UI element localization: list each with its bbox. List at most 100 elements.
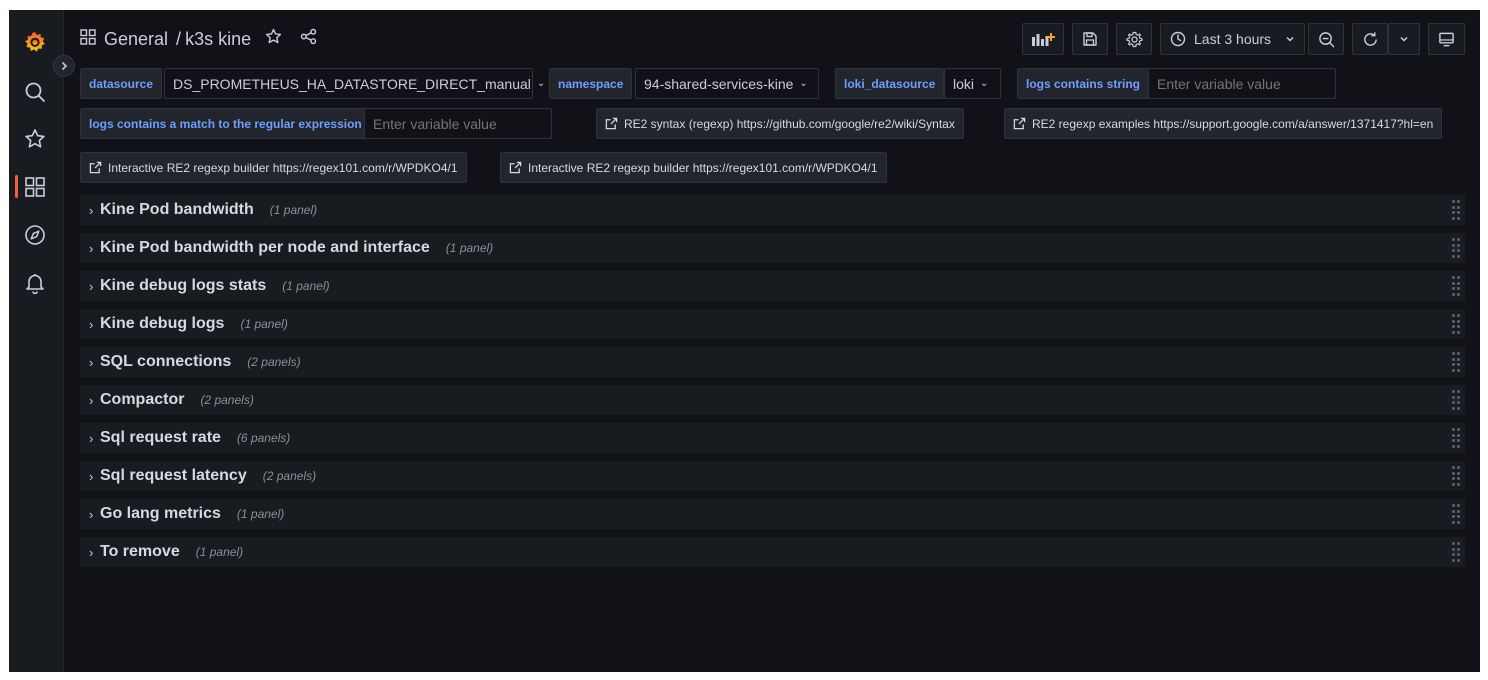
- add-panel-icon: [1032, 33, 1055, 46]
- dashboards-grid-icon[interactable]: [23, 175, 47, 199]
- grafana-window: General / k3s kine Last 3 hours datasour…: [9, 10, 1480, 672]
- breadcrumb: General / k3s kine: [80, 24, 317, 54]
- row-panel-count: (6 panels): [236, 431, 291, 445]
- drag-handle-icon[interactable]: [1452, 428, 1460, 448]
- page-title[interactable]: k3s kine: [185, 29, 251, 50]
- row-title[interactable]: To remove: [100, 543, 180, 561]
- add-panel-button[interactable]: [1022, 23, 1064, 55]
- drag-handle-icon[interactable]: [1452, 390, 1460, 410]
- chevron-right-icon: [61, 61, 68, 71]
- drag-handle-icon[interactable]: [1452, 276, 1460, 296]
- dashboard-settings-button[interactable]: [1116, 23, 1152, 55]
- chevron-right-icon: ›: [89, 468, 94, 484]
- breadcrumb-separator: /: [176, 28, 182, 49]
- dashboard-row[interactable]: › Kine Pod bandwidth per node and interfa…: [80, 233, 1465, 263]
- logs-contains-input[interactable]: [1148, 68, 1336, 99]
- dashboard-link-re2-syntax[interactable]: RE2 syntax (regexp) https://github.com/g…: [596, 108, 964, 139]
- sidebar: [9, 10, 64, 672]
- external-link-icon: [89, 161, 102, 174]
- dashboard-row[interactable]: › To remove (1 panel): [80, 537, 1465, 567]
- row-panel-count: (1 panel): [282, 279, 330, 293]
- dashboard-link-re2-examples[interactable]: RE2 regexp examples https://support.goog…: [1004, 108, 1443, 139]
- dashboard-row[interactable]: › Compactor (2 panels): [80, 385, 1465, 415]
- variable-value-loki-datasource: loki: [953, 75, 975, 92]
- chevron-down-icon: [1400, 36, 1408, 42]
- zoom-out-button[interactable]: [1308, 23, 1344, 55]
- row-title[interactable]: Compactor: [100, 391, 184, 409]
- row-panel-count: (1 panel): [195, 545, 244, 559]
- save-dashboard-button[interactable]: [1072, 23, 1108, 55]
- variable-label-loki-datasource: loki_datasource: [835, 68, 945, 99]
- refresh-interval-dropdown[interactable]: [1388, 23, 1420, 55]
- dashboard-row[interactable]: › Go lang metrics (1 panel): [80, 499, 1465, 529]
- row-title[interactable]: Sql request rate: [100, 429, 221, 447]
- chevron-right-icon: ›: [89, 544, 94, 560]
- logs-regex-input[interactable]: [364, 108, 552, 139]
- row-panel-count: (1 panel): [269, 203, 318, 217]
- drag-handle-icon[interactable]: [1452, 504, 1460, 524]
- clock-icon: [1170, 31, 1186, 47]
- variable-label-datasource: datasource: [80, 68, 163, 99]
- chevron-down-icon: [1286, 36, 1294, 42]
- row-panel-count: (2 panels): [262, 469, 317, 483]
- variable-value-namespace: 94-shared-services-kine: [644, 75, 794, 92]
- refresh-button[interactable]: [1352, 23, 1388, 55]
- row-panel-count: (2 panels): [200, 393, 254, 407]
- variable-value-datasource: DS_PROMETHEUS_HA_DATASTORE_DIRECT_manual: [173, 75, 531, 92]
- tv-mode-button[interactable]: [1428, 23, 1465, 55]
- compass-icon[interactable]: [23, 223, 47, 247]
- row-panel-count: (1 panel): [240, 317, 288, 331]
- drag-handle-icon[interactable]: [1452, 314, 1460, 334]
- dashboard-link-regex-builder-2[interactable]: Interactive RE2 regexp builder https://r…: [500, 152, 887, 183]
- chevron-down-icon: ⌄: [799, 78, 808, 89]
- drag-handle-icon[interactable]: [1452, 200, 1460, 220]
- chevron-right-icon: ›: [89, 316, 94, 332]
- dashboard-row[interactable]: › SQL connections (2 panels): [80, 347, 1465, 377]
- dashboard-link-label: Interactive RE2 regexp builder https://r…: [528, 160, 878, 175]
- chevron-right-icon: ›: [89, 430, 94, 446]
- chevron-right-icon: ›: [89, 278, 94, 294]
- time-range-picker[interactable]: Last 3 hours: [1160, 23, 1305, 55]
- chevron-right-icon: ›: [89, 202, 94, 218]
- row-title[interactable]: Kine Pod bandwidth: [100, 201, 254, 219]
- star-icon[interactable]: [265, 28, 282, 50]
- row-title[interactable]: SQL connections: [100, 353, 231, 371]
- variable-select-namespace[interactable]: 94-shared-services-kine ⌄: [635, 68, 819, 99]
- chevron-down-icon: ⌄: [980, 78, 989, 89]
- refresh-icon: [1363, 31, 1377, 46]
- variable-label-logs-regex: logs contains a match to the regular exp…: [80, 108, 371, 139]
- drag-handle-icon[interactable]: [1452, 542, 1460, 562]
- dashboard-row[interactable]: › Kine Pod bandwidth (1 panel): [80, 195, 1465, 225]
- dashboard-link-label: RE2 regexp examples https://support.goog…: [1032, 116, 1434, 131]
- sidebar-expand-button[interactable]: [53, 55, 75, 77]
- active-nav-indicator: [15, 175, 18, 198]
- dashboard-row[interactable]: › Sql request latency (2 panels): [80, 461, 1465, 491]
- drag-handle-icon[interactable]: [1452, 238, 1460, 258]
- dashboard-row[interactable]: › Sql request rate (6 panels): [80, 423, 1465, 453]
- row-title[interactable]: Sql request latency: [100, 467, 247, 485]
- row-title[interactable]: Kine debug logs stats: [100, 277, 266, 295]
- dashboard-link-label: Interactive RE2 regexp builder https://r…: [108, 160, 458, 175]
- dashboard-row[interactable]: › Kine debug logs stats (1 panel): [80, 271, 1465, 301]
- search-icon[interactable]: [23, 80, 47, 104]
- time-range-label: Last 3 hours: [1194, 31, 1272, 47]
- row-title[interactable]: Kine Pod bandwidth per node and interfac…: [100, 239, 430, 257]
- dashboards-grid-icon: [80, 28, 96, 50]
- row-panel-count: (2 panels): [247, 355, 301, 369]
- star-icon[interactable]: [23, 127, 47, 151]
- row-panel-count: (1 panel): [445, 241, 494, 255]
- dashboard-link-regex-builder[interactable]: Interactive RE2 regexp builder https://r…: [80, 152, 467, 183]
- row-title[interactable]: Go lang metrics: [100, 505, 221, 523]
- breadcrumb-folder[interactable]: General: [104, 29, 168, 50]
- drag-handle-icon[interactable]: [1452, 466, 1460, 486]
- drag-handle-icon[interactable]: [1452, 352, 1460, 372]
- chevron-down-icon: ⌄: [536, 78, 546, 89]
- grafana-logo-icon[interactable]: [23, 30, 47, 54]
- chevron-right-icon: ›: [89, 506, 94, 522]
- bell-icon[interactable]: [23, 271, 47, 295]
- variable-select-datasource[interactable]: DS_PROMETHEUS_HA_DATASTORE_DIRECT_manual…: [164, 68, 545, 99]
- share-icon[interactable]: [300, 28, 317, 50]
- row-title[interactable]: Kine debug logs: [100, 315, 224, 333]
- dashboard-row[interactable]: › Kine debug logs (1 panel): [80, 309, 1465, 339]
- variable-select-loki-datasource[interactable]: loki ⌄: [944, 68, 1001, 99]
